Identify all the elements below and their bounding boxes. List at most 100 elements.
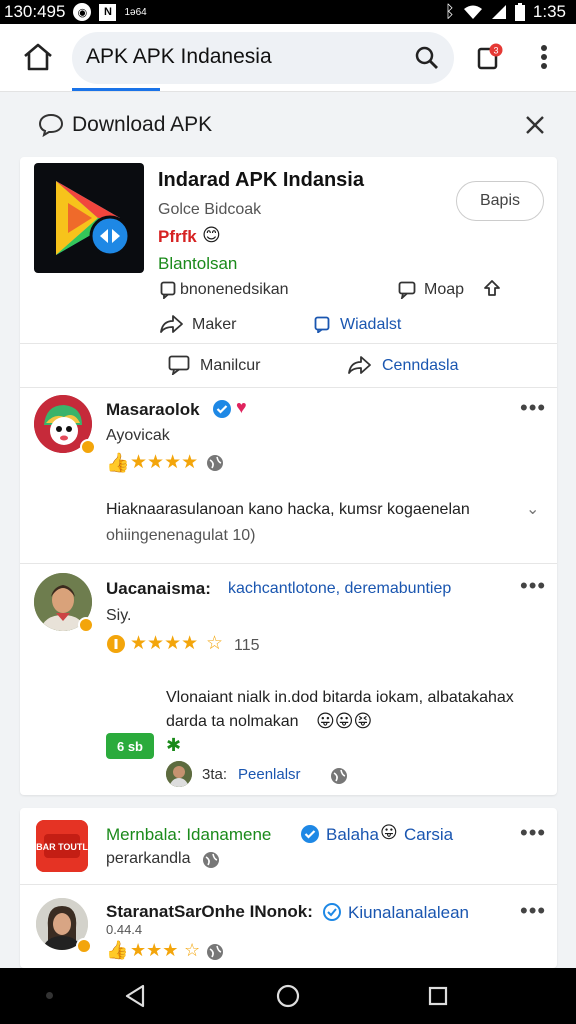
badge-icon	[78, 617, 94, 633]
app-developer: Golce Bidcoak	[158, 201, 262, 218]
comment-icon[interactable]	[160, 281, 176, 299]
action-maker[interactable]: Maker	[192, 316, 236, 334]
review-author-tail[interactable]: Carsia	[404, 825, 453, 845]
action-link[interactable]: Wiadalst	[340, 316, 401, 334]
nav-dot-icon	[46, 992, 53, 999]
more-options-icon[interactable]: •••	[520, 898, 546, 924]
review-subtitle: Siy.	[106, 607, 132, 624]
review-subtitle: perarkandla	[106, 850, 191, 867]
smile-emoji-icon: 😊	[202, 225, 221, 245]
battery-icon	[514, 3, 525, 21]
app-rating-text: Pfrfk	[158, 227, 197, 246]
chevron-down-icon[interactable]: ⌄	[526, 499, 539, 519]
forward-icon[interactable]	[160, 314, 184, 334]
message-icon[interactable]	[398, 281, 416, 299]
review-author[interactable]: Uacanaisma:	[106, 579, 211, 599]
divider	[20, 387, 557, 388]
app-logo	[34, 163, 144, 273]
review-author[interactable]: Masaraolok	[106, 400, 200, 420]
emoji-icon: 😛	[380, 823, 398, 842]
status-bar: 130:495 ◉ N 1ǝ64 ᛒ 1:35	[0, 0, 576, 24]
verified-icon	[300, 824, 320, 844]
verified-icon	[212, 399, 232, 419]
review-subtitle: Ayovicak	[106, 427, 170, 444]
review-text: Hiaknaarasulanoan kano hacka, kumsr koga…	[106, 501, 470, 518]
app-action-button-label: Bapis	[479, 192, 521, 209]
recents-icon[interactable]	[428, 986, 448, 1006]
share-icon[interactable]	[482, 279, 502, 299]
url-progress-line	[72, 88, 160, 91]
url-text[interactable]: APK APK Indanesia	[86, 45, 272, 69]
verified-outline-icon	[322, 902, 342, 922]
reply-chip[interactable]: 6 sb	[106, 733, 154, 759]
review-author[interactable]: Mernbala: Idanamene	[106, 825, 271, 845]
divider	[20, 563, 557, 564]
netflix-icon: N	[99, 3, 117, 21]
app-logo-text: BAR TOUTL	[36, 842, 88, 852]
browser-toolbar: APK APK Indanesia 3	[0, 24, 576, 92]
review-author-link[interactable]: Balaha	[326, 825, 379, 845]
review-author[interactable]: StaranatSarOnhe INonok:	[106, 902, 313, 922]
home-nav-icon[interactable]	[276, 984, 300, 1008]
footer-comment[interactable]: Manilcur	[200, 357, 260, 375]
star-rating: ★★★★	[130, 633, 199, 654]
review-author-link[interactable]: Kiunalanalalean	[348, 903, 469, 923]
status-small-text: 1ǝ64	[124, 6, 147, 18]
action-map[interactable]: Moap	[424, 281, 464, 299]
star-rating: ★★★	[130, 940, 179, 960]
reply-chip-label: 6 sb	[116, 738, 143, 754]
reply-link[interactable]: Peenlalsr	[238, 766, 301, 783]
tabs-notification-icon[interactable]: 3	[476, 42, 506, 72]
emoji-icon: 😛😛😝	[316, 711, 373, 731]
navigation-bar	[0, 968, 576, 1024]
globe-icon	[202, 851, 220, 869]
more-options-icon[interactable]: •••	[520, 395, 546, 421]
share-arrow-icon[interactable]	[348, 355, 372, 375]
wifi-icon	[463, 4, 483, 20]
app-card: Indarad APK Indansia Golce Bidcoak Pfrfk…	[20, 157, 557, 795]
globe-icon	[206, 454, 224, 472]
comment-box-icon[interactable]	[168, 355, 190, 375]
more-options-icon[interactable]: •••	[520, 820, 546, 846]
footer-share[interactable]: Cenndasla	[382, 357, 459, 375]
banner-title: Download APK	[72, 113, 213, 136]
half-star-icon: ☆	[184, 940, 201, 960]
reply-label: 3ta:	[202, 766, 228, 783]
thumb-icon: 👍	[106, 940, 129, 960]
more-options-icon[interactable]: •••	[520, 573, 546, 599]
status-time-left: 130:495	[4, 2, 66, 21]
thumb-icon: 👍	[106, 453, 130, 474]
home-icon[interactable]	[22, 42, 54, 72]
review-subtitle: 0.44.4	[106, 922, 143, 937]
divider	[20, 884, 557, 885]
badge-icon	[80, 439, 96, 455]
review-text-secondary: ohiingenenagulat 10)	[106, 527, 256, 544]
app-logo: BAR TOUTL	[36, 820, 88, 872]
back-icon[interactable]	[124, 984, 146, 1008]
rating-count: 115	[234, 637, 260, 654]
notification-icon: ◉	[73, 3, 92, 21]
chat-bubble-icon	[38, 113, 64, 137]
divider	[20, 343, 557, 344]
sparkle-icon: ✱	[166, 735, 182, 755]
suggestion-card: BAR TOUTL Mernbala: Idanamene Balaha 😛 C…	[20, 808, 557, 968]
square-link-icon[interactable]	[314, 316, 330, 333]
app-name: Indarad APK Indansia	[158, 169, 364, 191]
more-menu-icon[interactable]	[540, 44, 548, 70]
app-status: Blantolsan	[158, 254, 238, 273]
review-text: Vlonaiant nialk in.dod bitarda iokam, al…	[166, 689, 514, 706]
globe-icon	[330, 767, 348, 785]
close-icon[interactable]	[524, 114, 546, 136]
signal-icon	[491, 4, 507, 20]
review-author-link[interactable]: kachcantlotone, deremabuntiep	[228, 580, 451, 598]
heart-icon: ♥	[236, 397, 247, 417]
coin-icon	[106, 634, 126, 654]
avatar	[166, 761, 192, 787]
review-text: darda ta nolmakan	[166, 713, 299, 730]
badge-icon	[76, 938, 92, 954]
search-icon[interactable]	[414, 45, 440, 71]
url-bar[interactable]: APK APK Indanesia	[72, 32, 454, 84]
action-downloads[interactable]: bnonenedsikan	[180, 281, 289, 299]
svg-text:3: 3	[493, 46, 498, 56]
app-action-button[interactable]: Bapis	[456, 181, 544, 221]
